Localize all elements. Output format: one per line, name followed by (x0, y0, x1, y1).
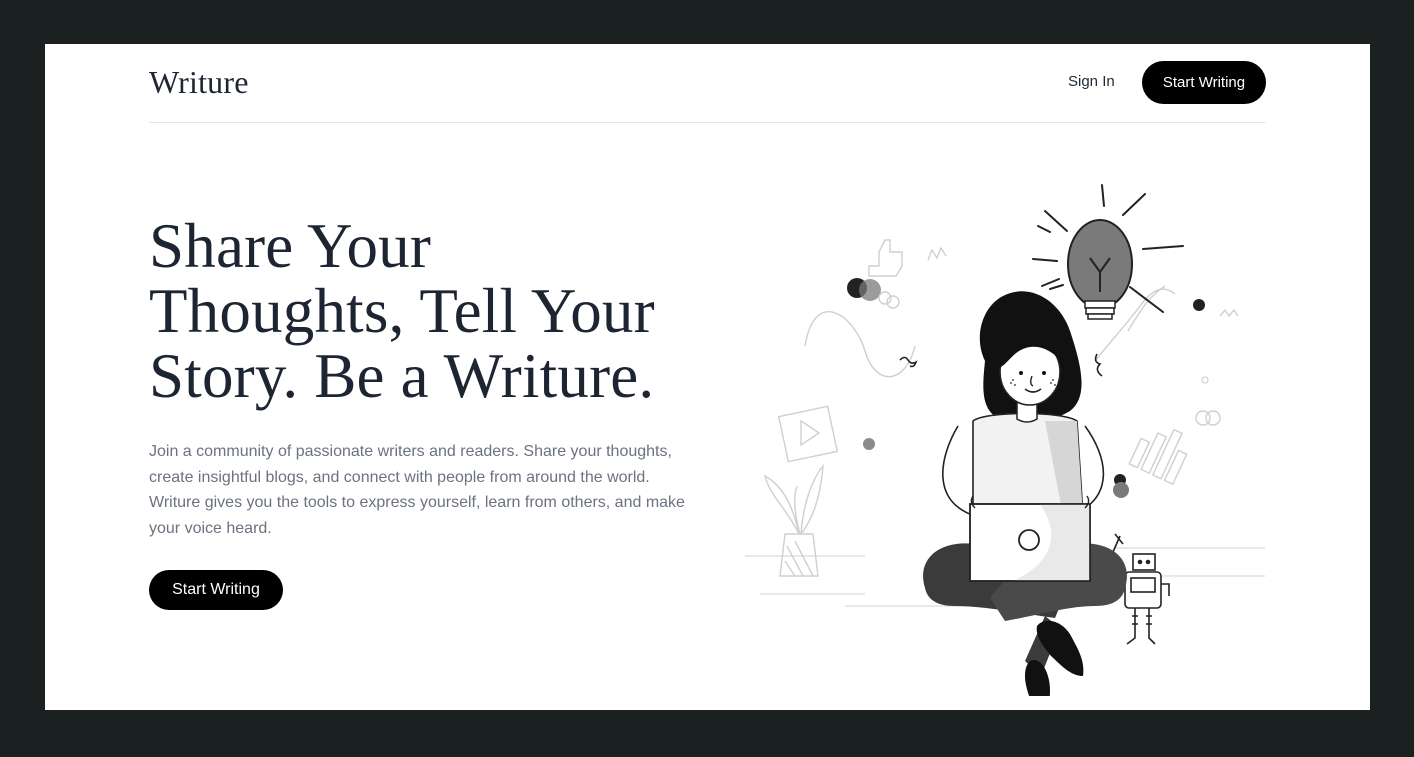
hero-title-line-2: Thoughts, Tell Your (149, 276, 655, 346)
woman-figure (923, 291, 1127, 696)
gray-dot (1113, 482, 1129, 498)
plant-icon (763, 463, 824, 577)
thought-squiggle (899, 356, 918, 368)
bar-chart-icon (1128, 428, 1188, 486)
logo[interactable]: Writure (149, 64, 249, 101)
lightbulb-icon (1032, 184, 1184, 320)
video-frame-icon (777, 405, 839, 463)
start-writing-hero-button[interactable]: Start Writing (149, 570, 283, 610)
hero-title-line-1: Share Your (149, 211, 432, 281)
hero-title: Share Your Thoughts, Tell Your Story. Be… (149, 214, 749, 409)
navbar: Writure Sign In Start Writing (149, 44, 1266, 123)
outline-ring (1201, 376, 1209, 384)
gray-dot (859, 279, 881, 301)
landing-page: Writure Sign In Start Writing Share Your… (45, 44, 1370, 710)
sign-in-link[interactable]: Sign In (1068, 73, 1115, 90)
thumbs-up-icon (868, 239, 903, 277)
woman-with-laptop-illustration (745, 184, 1265, 696)
hero-title-line-3: Story. Be a Writure. (149, 341, 655, 411)
dark-dot (1193, 299, 1205, 311)
outline-ring (1205, 410, 1221, 426)
hero-description: Join a community of passionate writers a… (149, 443, 685, 537)
start-writing-nav-button[interactable]: Start Writing (1142, 61, 1266, 104)
gray-dot (863, 438, 875, 450)
